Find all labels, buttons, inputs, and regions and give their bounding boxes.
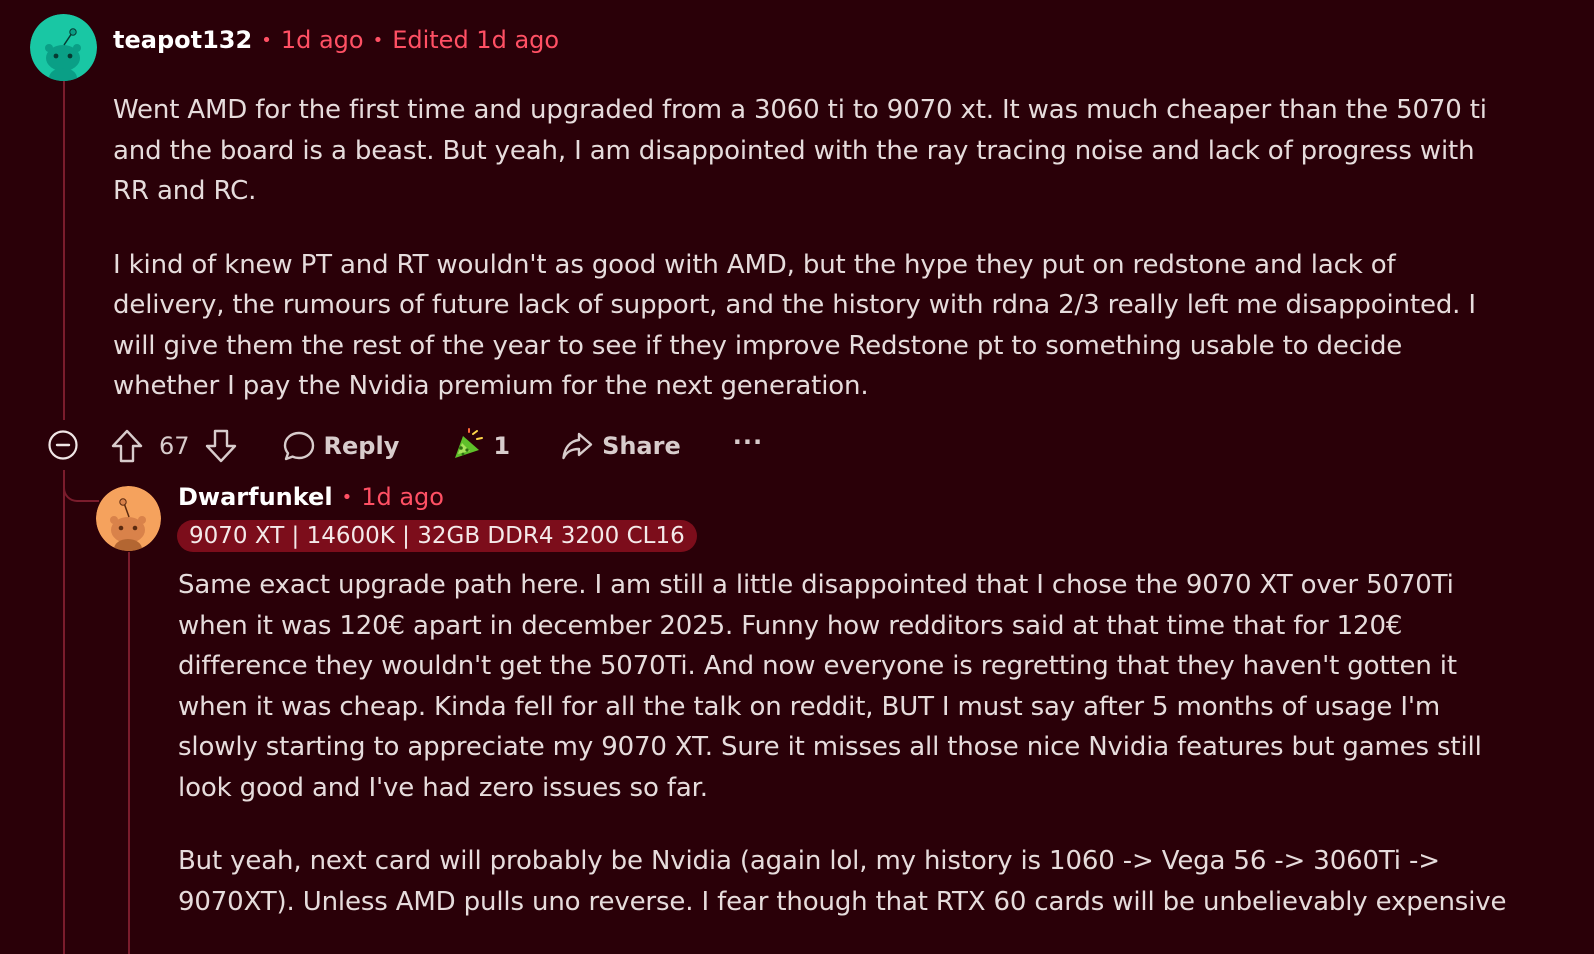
award-count: 1 (493, 432, 511, 460)
timestamp[interactable]: 1d ago (281, 26, 364, 54)
upvote-button[interactable] (110, 428, 144, 464)
separator-dot: • (341, 486, 353, 508)
reply-body: Same exact upgrade path here. I am still… (178, 565, 1512, 922)
minus-circle-icon (48, 430, 78, 460)
thread-line-reply[interactable] (128, 552, 130, 954)
username[interactable]: teapot132 (113, 26, 252, 54)
thread-connector (63, 470, 99, 502)
vote-score: 67 (159, 432, 190, 460)
share-button[interactable]: Share (560, 429, 681, 463)
collapse-button[interactable] (47, 429, 79, 461)
timestamp[interactable]: 1d ago (361, 483, 444, 511)
avatar[interactable] (30, 14, 97, 81)
share-arrow-icon (562, 432, 593, 460)
comment-meta: teapot132 • 1d ago • Edited 1d ago (113, 26, 559, 54)
comment-body: Went AMD for the first time and upgraded… (113, 90, 1511, 407)
speech-bubble-icon (283, 431, 314, 461)
reply-paragraph: Same exact upgrade path here. I am still… (178, 570, 1482, 803)
comment-thread: teapot132 • 1d ago • Edited 1d ago Went … (0, 0, 1594, 954)
thread-line-root-lower[interactable] (63, 472, 65, 954)
share-label: Share (602, 432, 681, 460)
ellipsis-icon: ··· (732, 428, 764, 456)
more-options-button[interactable]: ··· (733, 428, 763, 460)
user-flair: 9070 XT | 14600K | 32GB DDR4 3200 CL16 (177, 520, 697, 552)
reply-paragraph: But yeah, next card will probably be Nvi… (178, 846, 1507, 917)
comment-action-bar: 67 Reply 1 Share ··· (110, 426, 763, 466)
comment-paragraph: Went AMD for the first time and upgraded… (113, 95, 1487, 206)
avatar[interactable] (96, 486, 161, 551)
arrow-up-icon (111, 429, 143, 463)
downvote-button[interactable] (204, 428, 238, 464)
comment-paragraph: I kind of knew PT and RT wouldn't as goo… (113, 249, 1476, 402)
edited-label: Edited 1d ago (392, 26, 560, 54)
reply-label: Reply (323, 432, 400, 460)
separator-dot: • (372, 29, 384, 51)
reply-meta: Dwarfunkel • 1d ago (178, 483, 444, 511)
award-icon (455, 428, 484, 458)
thread-line-root[interactable] (63, 78, 65, 420)
reply-button[interactable]: Reply (282, 429, 400, 463)
snoo-avatar-icon (30, 14, 97, 81)
arrow-down-icon (205, 429, 236, 463)
separator-dot: • (261, 29, 272, 51)
username[interactable]: Dwarfunkel (178, 483, 333, 511)
award-button[interactable]: 1 (449, 428, 510, 464)
snoo-avatar-icon (96, 486, 161, 551)
